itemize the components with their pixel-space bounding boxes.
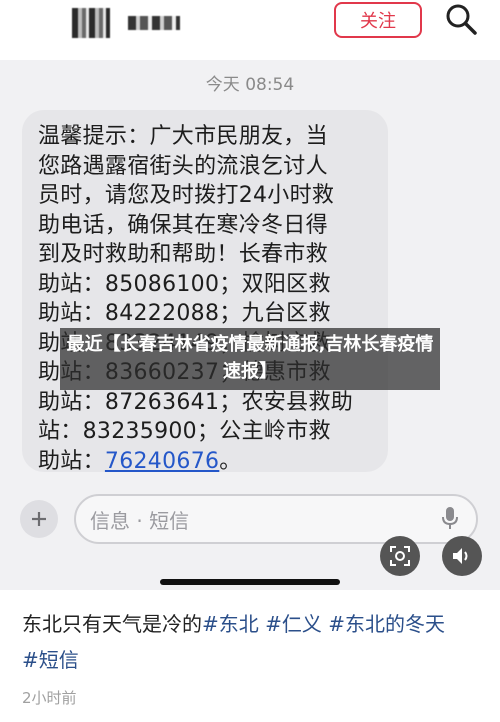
caption-text: 东北只有天气是冷的 <box>22 612 202 636</box>
hashtag-link[interactable]: #短信 <box>22 648 79 672</box>
follow-button[interactable]: 关注 <box>334 2 422 38</box>
home-indicator <box>160 579 340 585</box>
message-input[interactable]: 信息 · 短信 <box>74 494 478 544</box>
message-input-row: 信息 · 短信 <box>0 490 500 550</box>
avatar[interactable] <box>72 8 110 38</box>
plus-icon[interactable] <box>20 500 58 538</box>
username[interactable] <box>128 16 180 30</box>
microphone-icon[interactable] <box>440 506 460 530</box>
hashtag-link[interactable]: #仁义 <box>265 612 322 636</box>
message-input-placeholder: 信息 · 短信 <box>90 508 190 533</box>
message-bubble: 温馨提示：广大市民朋友，当 您路遇露宿街头的流浪乞讨人 员时，请您及时拨打24小… <box>22 110 388 474</box>
message-text: 温馨提示：广大市民朋友，当 您路遇露宿街头的流浪乞讨人 员时，请您及时拨打24小… <box>38 124 354 474</box>
speaker-icon[interactable] <box>442 536 482 576</box>
hashtag-link[interactable]: #东北 <box>202 612 259 636</box>
hashtag-link[interactable]: #东北的冬天 <box>328 612 445 636</box>
top-bar: 关注 <box>0 0 500 50</box>
sms-screenshot: 今天 08:54 温馨提示：广大市民朋友，当 您路遇露宿街头的流浪乞讨人 员时，… <box>0 60 500 590</box>
watermark-text: 最近【长春吉林省疫情最新通报,吉林长春疫情速报】 <box>66 334 434 382</box>
search-icon[interactable] <box>444 2 478 36</box>
post-caption: 东北只有天气是冷的#东北 #仁义 #东北的冬天 #短信 <box>22 606 482 678</box>
phone-link[interactable]: 76240676 <box>105 449 219 474</box>
message-tail: 。 <box>219 448 242 474</box>
message-timestamp: 今天 08:54 <box>205 75 295 95</box>
post-time: 2小时前 <box>22 689 77 707</box>
scan-icon[interactable] <box>380 536 420 576</box>
